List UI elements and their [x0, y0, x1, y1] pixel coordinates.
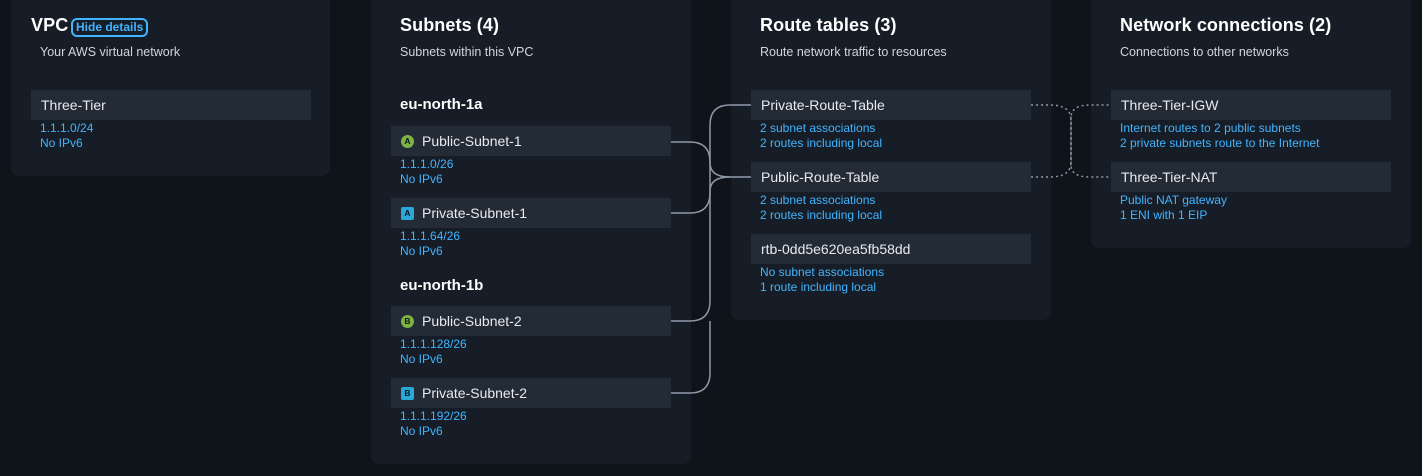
zone-title: eu-north-1b: [400, 277, 484, 294]
route-table-item-private[interactable]: Private-Route-Table: [751, 90, 1031, 120]
vpc-ipv6[interactable]: No IPv6: [40, 136, 83, 151]
network-connections-title: Network connections (2): [1120, 15, 1332, 35]
network-connections-panel: Network connections (2) Connections to o…: [1091, 0, 1411, 248]
connection-detail[interactable]: Public NAT gateway: [1120, 193, 1227, 208]
public-subnet-badge: B: [401, 314, 414, 328]
vpc-item[interactable]: Three-Tier: [31, 90, 311, 120]
connection-name: Three-Tier-NAT: [1121, 169, 1218, 185]
subnet-cidr[interactable]: 1.1.1.128/26: [400, 337, 467, 352]
route-table-routes[interactable]: 1 route including local: [760, 280, 876, 295]
connection-item-nat[interactable]: Three-Tier-NAT: [1111, 162, 1391, 192]
connection-detail[interactable]: Internet routes to 2 public subnets: [1120, 121, 1301, 136]
route-tables-panel: Route tables (3) Route network traffic t…: [731, 0, 1051, 320]
zone-title: eu-north-1a: [400, 96, 483, 113]
subnets-title: Subnets (4): [400, 15, 500, 35]
vpc-cidr[interactable]: 1.1.1.0/24: [40, 121, 93, 136]
route-table-item-main[interactable]: rtb-0dd5e620ea5fb58dd: [751, 234, 1031, 264]
route-table-item-public[interactable]: Public-Route-Table: [751, 162, 1031, 192]
subnet-item-public-subnet-1[interactable]: A Public-Subnet-1: [391, 126, 671, 156]
public-subnet-badge: A: [401, 134, 414, 148]
private-subnet-badge: A: [401, 206, 414, 220]
private-subnet-badge: B: [401, 386, 414, 400]
subnet-cidr[interactable]: 1.1.1.0/26: [400, 157, 453, 172]
subnet-ipv6[interactable]: No IPv6: [400, 424, 443, 439]
route-tables-title: Route tables (3): [760, 15, 897, 35]
connection-detail[interactable]: 1 ENI with 1 EIP: [1120, 208, 1207, 223]
vpc-title: VPC: [31, 15, 69, 35]
vpc-subtitle: Your AWS virtual network: [40, 45, 181, 59]
route-table-routes[interactable]: 2 routes including local: [760, 136, 882, 151]
hide-details-button[interactable]: Hide details: [71, 18, 149, 37]
connection-item-igw[interactable]: Three-Tier-IGW: [1111, 90, 1391, 120]
connection-name: Three-Tier-IGW: [1121, 97, 1219, 113]
route-table-name: Private-Route-Table: [761, 97, 885, 113]
subnet-name: Private-Subnet-1: [422, 205, 528, 221]
subnet-cidr[interactable]: 1.1.1.64/26: [400, 229, 460, 244]
subnet-item-private-subnet-2[interactable]: B Private-Subnet-2: [391, 378, 671, 408]
vpc-name: Three-Tier: [41, 97, 106, 113]
subnet-ipv6[interactable]: No IPv6: [400, 244, 443, 259]
subnets-subtitle: Subnets within this VPC: [400, 45, 534, 59]
subnet-item-private-subnet-1[interactable]: A Private-Subnet-1: [391, 198, 671, 228]
route-table-associations[interactable]: No subnet associations: [760, 265, 884, 280]
route-table-name: Public-Route-Table: [761, 169, 880, 185]
subnet-cidr[interactable]: 1.1.1.192/26: [400, 409, 467, 424]
route-table-routes[interactable]: 2 routes including local: [760, 208, 882, 223]
subnet-ipv6[interactable]: No IPv6: [400, 352, 443, 367]
route-table-associations[interactable]: 2 subnet associations: [760, 121, 875, 136]
subnet-item-public-subnet-2[interactable]: B Public-Subnet-2: [391, 306, 671, 336]
subnet-name: Public-Subnet-2: [422, 313, 522, 329]
subnets-panel: Subnets (4) Subnets within this VPC eu-n…: [371, 0, 691, 464]
route-table-name: rtb-0dd5e620ea5fb58dd: [761, 241, 911, 257]
subnet-name: Private-Subnet-2: [422, 385, 528, 401]
route-table-associations[interactable]: 2 subnet associations: [760, 193, 875, 208]
connection-detail[interactable]: 2 private subnets route to the Internet: [1120, 136, 1319, 151]
vpc-panel: VPC Hide details Your AWS virtual networ…: [11, 0, 330, 176]
subnet-ipv6[interactable]: No IPv6: [400, 172, 443, 187]
network-connections-subtitle: Connections to other networks: [1120, 45, 1289, 59]
route-tables-subtitle: Route network traffic to resources: [760, 45, 947, 59]
subnet-name: Public-Subnet-1: [422, 133, 522, 149]
